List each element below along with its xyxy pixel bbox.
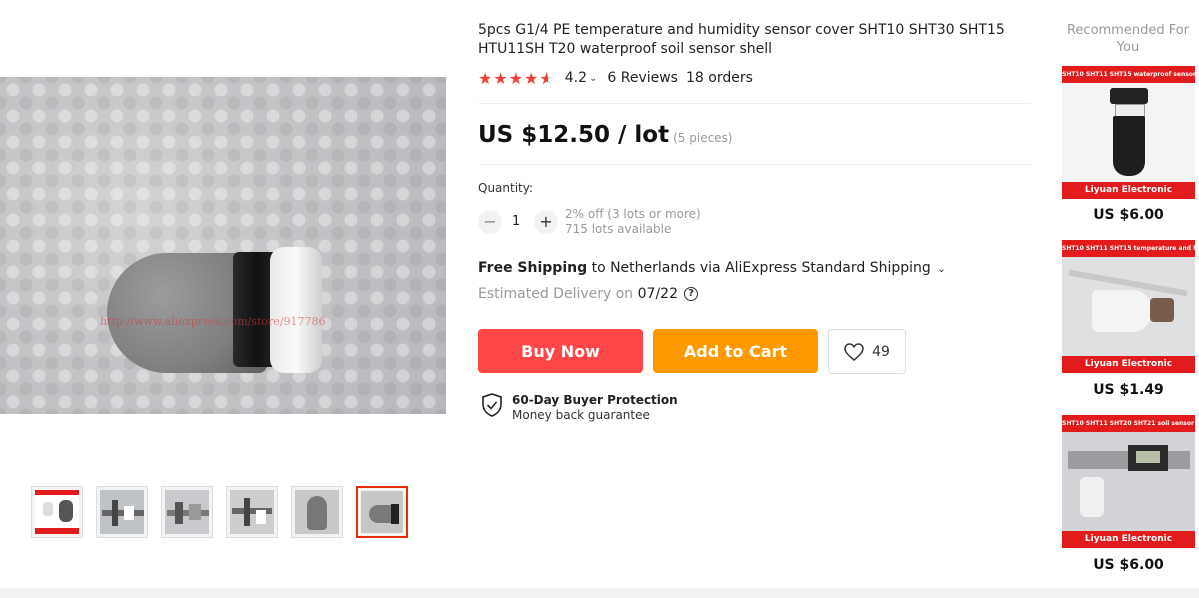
thumbnail-5[interactable]	[291, 486, 343, 538]
recommended-item-3-price[interactable]: US $6.00	[1062, 557, 1195, 573]
wishlist-button[interactable]: 49	[828, 329, 906, 374]
recommended-item-3-brand: Liyuan Electronic	[1062, 531, 1195, 548]
recommended-title: Recommended For You	[1066, 23, 1190, 55]
sensor-white-shell	[1080, 477, 1104, 517]
star-icon: ★	[478, 68, 494, 88]
half-star-icon: ★	[539, 69, 554, 88]
bulk-discount-text: 2% off (3 lots or more)	[565, 207, 701, 221]
thumbnail-3[interactable]	[161, 486, 213, 538]
free-shipping-label: Free Shipping	[478, 260, 588, 276]
recommended-item-3-banner: SHT10 SHT11 SHT20 SHT21 soil sensor shel…	[1062, 415, 1195, 432]
sensor-body	[1113, 116, 1145, 176]
sensor-nut	[1110, 88, 1148, 104]
recommended-item-2-image[interactable]: SHT10 SHT11 SHT15 temperature and humidi…	[1062, 240, 1195, 373]
page-footer-strip	[0, 588, 1199, 598]
divider	[478, 103, 1031, 104]
estimated-delivery: Estimated Delivery on 07/22 ?	[478, 286, 698, 302]
buyer-protection: 60-Day Buyer Protection Money back guara…	[482, 393, 678, 423]
sensor-white-cover	[1092, 290, 1152, 332]
recommended-item-2-brand: Liyuan Electronic	[1062, 356, 1195, 373]
heart-icon	[844, 342, 864, 361]
delivery-label: Estimated Delivery on	[478, 286, 638, 302]
product-title: 5pcs G1/4 PE temperature and humidity se…	[478, 22, 1005, 57]
lots-available-text: 715 lots available	[565, 222, 672, 236]
rating-row: ★★★★★ 4.2 ⌄ 6 Reviews 18 orders	[478, 68, 753, 88]
shipping-destination: to Netherlands via AliExpress Standard S…	[587, 260, 931, 276]
main-product-image[interactable]: http://www.aliexpress.com/store/917786	[0, 77, 446, 414]
quantity-input[interactable]: 1	[512, 214, 520, 229]
recommended-item-1-banner: SHT10 SHT11 SHT15 waterproof sensor case	[1062, 66, 1195, 83]
recommended-item-2-price[interactable]: US $1.49	[1062, 382, 1195, 398]
image-watermark: http://www.aliexpress.com/store/917786	[100, 315, 326, 328]
recommended-item-2-banner: SHT10 SHT11 SHT15 temperature and humidi…	[1062, 240, 1195, 257]
thumbnail-1[interactable]	[31, 486, 83, 538]
chevron-down-icon[interactable]: ⌄	[589, 73, 597, 84]
protection-subtitle: Money back guarantee	[512, 408, 650, 422]
reviews-link[interactable]: 6 Reviews	[607, 70, 678, 86]
price-value: US $12.50 / lot	[478, 122, 670, 148]
quantity-label: Quantity:	[478, 181, 534, 195]
star-icon: ★	[508, 68, 525, 88]
shipping-info[interactable]: Free Shipping to Netherlands via AliExpr…	[478, 260, 946, 276]
sensor-cable	[1150, 298, 1174, 322]
orders-count: 18 orders	[685, 70, 753, 86]
recommended-item-1-brand: Liyuan Electronic	[1062, 182, 1195, 199]
recommended-item-3-image[interactable]: SHT10 SHT11 SHT20 SHT21 soil sensor shel…	[1062, 415, 1195, 548]
star-icon: ★	[493, 68, 509, 88]
question-icon[interactable]: ?	[684, 287, 698, 301]
thumbnail-6[interactable]	[356, 486, 408, 538]
shield-check-icon	[482, 393, 502, 417]
divider	[478, 164, 1031, 165]
thumbnail-4[interactable]	[226, 486, 278, 538]
rating-stars: ★★★★★	[478, 69, 555, 88]
buy-now-button[interactable]: Buy Now	[478, 329, 643, 373]
caliper-screen	[1136, 451, 1160, 463]
price-note: (5 pieces)	[673, 131, 733, 145]
rating-value[interactable]: 4.2	[565, 70, 587, 86]
delivery-date: 07/22	[637, 286, 678, 302]
price-row: US $12.50 / lot (5 pieces)	[478, 122, 733, 148]
quantity-note: 2% off (3 lots or more) 715 lots availab…	[565, 207, 701, 237]
sensor-white-thread	[270, 247, 322, 373]
recommended-item-1-image[interactable]: SHT10 SHT11 SHT15 waterproof sensor case…	[1062, 66, 1195, 199]
chevron-down-icon[interactable]: ⌄	[937, 264, 945, 275]
thumbnail-2[interactable]	[96, 486, 148, 538]
protection-title: 60-Day Buyer Protection	[512, 393, 678, 407]
add-to-cart-button[interactable]: Add to Cart	[653, 329, 818, 373]
quantity-plus-button[interactable]: +	[534, 210, 558, 234]
star-icon: ★	[524, 68, 540, 88]
recommended-item-1-price[interactable]: US $6.00	[1062, 207, 1195, 223]
wishlist-count: 49	[872, 343, 890, 360]
quantity-minus-button[interactable]: −	[478, 210, 502, 234]
